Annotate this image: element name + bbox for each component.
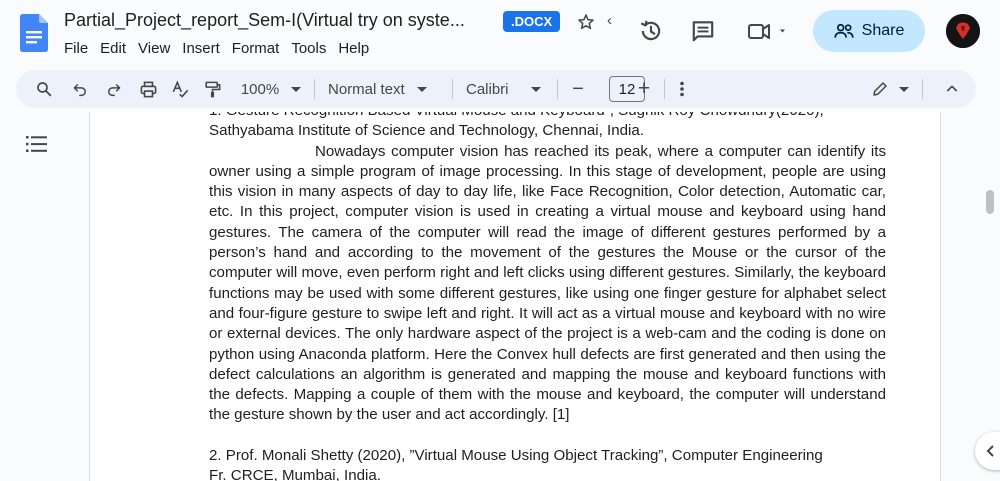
toolbar-divider <box>452 79 453 99</box>
toolbar-divider <box>664 79 665 99</box>
reference-2-institution: Fr. CRCE, Mumbai, India. <box>209 467 381 481</box>
menu-file[interactable]: File <box>64 38 94 59</box>
paint-format-button[interactable] <box>198 70 226 108</box>
reference-1-institution: Sathyabama Institute of Science and Tech… <box>209 122 644 140</box>
formatting-toolbar: 100% Normal text Calibri − 12 + <box>16 70 976 108</box>
font-value: Calibri <box>466 80 509 98</box>
docx-badge: .DOCX <box>503 11 561 32</box>
chevron-down-icon <box>291 86 302 92</box>
redo-button[interactable] <box>100 70 128 108</box>
chevron-down-icon <box>899 86 909 92</box>
avatar-image-icon <box>946 14 980 48</box>
account-avatar[interactable] <box>946 14 980 48</box>
menu-edit[interactable]: Edit <box>94 38 132 59</box>
style-select[interactable]: Normal text <box>328 70 438 108</box>
document-outline-icon[interactable] <box>26 134 48 154</box>
spellcheck-icon <box>172 79 188 98</box>
abstract-text: Nowadays computer vision has reached its… <box>209 142 886 424</box>
move-folder-icon[interactable]: ‹ <box>607 12 612 29</box>
hide-menus-button[interactable] <box>938 70 966 108</box>
menu-tools[interactable]: Tools <box>285 38 332 59</box>
document-title[interactable]: Partial_Project_report_Sem-I(Virtual try… <box>64 10 465 31</box>
search-icon <box>37 82 52 97</box>
style-value: Normal text <box>328 80 405 98</box>
chevron-left-icon <box>986 445 994 457</box>
spellcheck-button[interactable] <box>166 70 194 108</box>
editing-mode-button[interactable] <box>866 70 914 108</box>
increase-font-size-button[interactable]: + <box>632 70 656 108</box>
show-side-panel-button[interactable] <box>975 432 1000 470</box>
document-body[interactable]: 1. Gesture Recognition Based Virtual Mou… <box>209 112 886 481</box>
version-history-icon[interactable] <box>638 18 664 44</box>
header: Partial_Project_report_Sem-I(Virtual try… <box>0 0 1000 64</box>
menu-bar: File Edit View Insert Format Tools Help <box>64 38 375 59</box>
menu-help[interactable]: Help <box>332 38 375 59</box>
chevron-down-icon <box>416 86 427 92</box>
star-icon[interactable] <box>576 12 596 32</box>
chevron-down-icon <box>530 86 541 92</box>
vertical-scrollbar-thumb[interactable] <box>986 190 994 214</box>
reference-1-abstract: Nowadays computer vision has reached its… <box>209 142 886 426</box>
print-icon <box>140 81 156 97</box>
document-page[interactable]: 1. Gesture Recognition Based Virtual Mou… <box>89 112 941 481</box>
reference-1-title: 1. Gesture Recognition Based Virtual Mou… <box>209 112 886 121</box>
meet-video-icon[interactable] <box>746 18 792 44</box>
search-menus-button[interactable] <box>30 70 58 108</box>
share-button[interactable]: Share <box>813 10 925 52</box>
toolbar-divider <box>557 79 558 99</box>
toolbar-divider <box>314 79 315 99</box>
menu-format[interactable]: Format <box>226 38 286 59</box>
plus-icon: + <box>637 77 651 100</box>
people-icon <box>834 23 854 38</box>
more-vert-icon <box>680 81 684 97</box>
comments-icon[interactable] <box>690 18 716 44</box>
print-button[interactable] <box>134 70 162 108</box>
minus-icon: − <box>572 77 584 100</box>
chevron-up-icon <box>946 85 958 92</box>
undo-icon <box>73 83 86 97</box>
menu-view[interactable]: View <box>132 38 176 59</box>
font-select[interactable]: Calibri <box>466 70 548 108</box>
share-label: Share <box>861 22 905 39</box>
more-options-button[interactable] <box>672 70 692 108</box>
google-docs-window: Partial_Project_report_Sem-I(Virtual try… <box>0 0 1000 481</box>
decrease-font-size-button[interactable]: − <box>566 70 590 108</box>
undo-button[interactable] <box>66 70 94 108</box>
zoom-value: 100% <box>240 80 280 98</box>
zoom-select[interactable]: 100% <box>238 70 304 108</box>
redo-icon <box>108 83 121 97</box>
menu-insert[interactable]: Insert <box>176 38 226 59</box>
pencil-icon <box>873 82 887 96</box>
toolbar-divider <box>922 79 923 99</box>
paint-format-icon <box>204 81 220 97</box>
docs-logo-icon[interactable] <box>20 14 48 52</box>
reference-2-title: 2. Prof. Monali Shetty (2020), ”Virtual … <box>209 446 823 464</box>
